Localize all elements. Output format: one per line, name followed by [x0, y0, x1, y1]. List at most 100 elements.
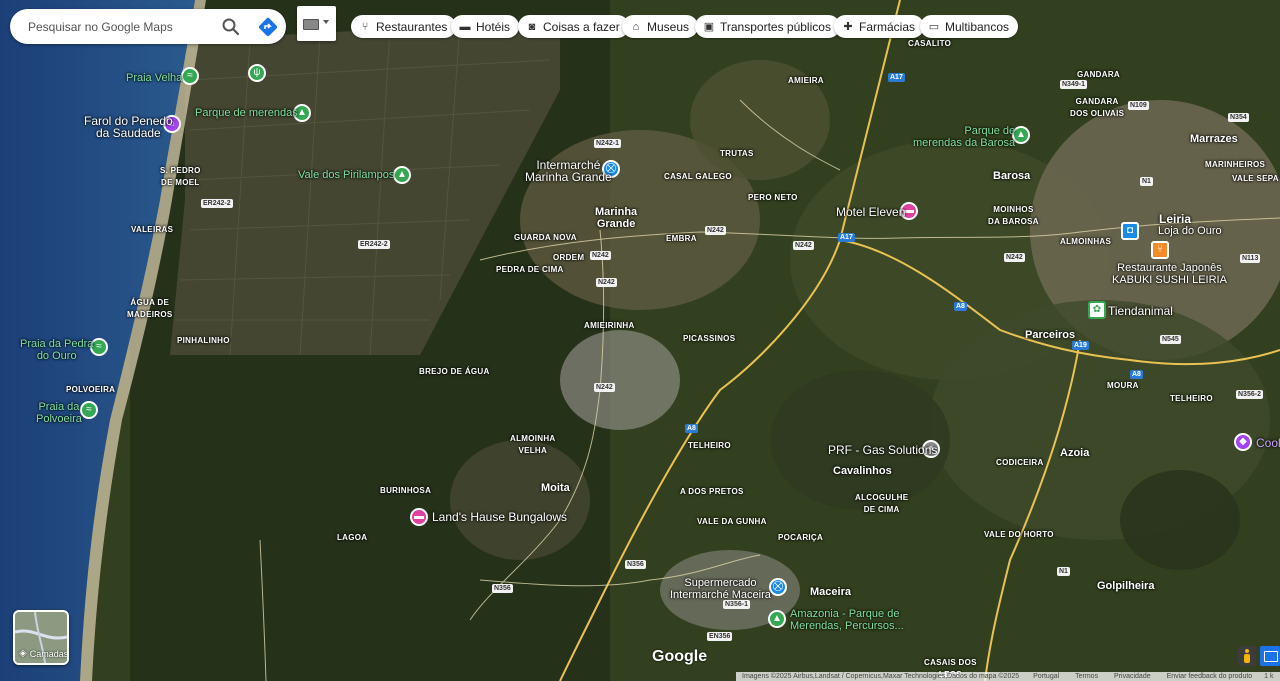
place-golpilheira[interactable]: Golpilheira	[1097, 580, 1154, 592]
poi-tiendanimal[interactable]: Tiendanimal	[1108, 305, 1173, 317]
poi-praia-pedra[interactable]: Praia da Pedra do Ouro	[20, 338, 93, 362]
pet-shop-icon[interactable]: ✿	[1088, 301, 1106, 319]
poi-parque-barosa[interactable]: Parque de merendas da Barosa	[913, 125, 1015, 149]
chip-museus[interactable]: ⌂ Museus	[622, 15, 699, 38]
chip-restaurantes[interactable]: ⑂ Restaurantes	[351, 15, 457, 38]
chip-farmacias[interactable]: ✚ Farmácias	[834, 15, 925, 38]
label-almoinha-velha: ALMOINHA VELHA	[510, 434, 556, 455]
chip-transportes[interactable]: ▣ Transportes públicos	[695, 15, 840, 38]
label-polvoeira: POLVOEIRA	[66, 385, 116, 394]
pharmacy-icon: ✚	[843, 21, 853, 33]
place-marrazes[interactable]: Marrazes	[1190, 133, 1238, 145]
shopping-cart-icon-2[interactable]: ⛒	[769, 578, 787, 596]
poi-amazonia[interactable]: Amazonia - Parque de Merendas, Percursos…	[790, 608, 904, 632]
camera-icon: ◙	[528, 20, 536, 33]
label-agua-de-madeiros: ÁGUA DE MADEIROS	[127, 298, 173, 319]
search-box[interactable]	[10, 9, 286, 44]
poi-vale-pirilampos[interactable]: Vale dos Pirilampos	[298, 169, 394, 181]
road-a8: A8	[954, 302, 967, 311]
directions-icon[interactable]	[256, 15, 280, 39]
hotel-icon-2[interactable]: ▬	[410, 508, 428, 526]
place-parceiros[interactable]: Parceiros	[1025, 329, 1075, 341]
label-guarda-nova: GUARDA NOVA	[514, 233, 577, 242]
atm-icon: ▭	[928, 21, 940, 33]
poi-loja-ouro[interactable]: Loja do Ouro	[1158, 225, 1222, 237]
poi-cool[interactable]: Cool	[1256, 437, 1280, 449]
place-maceira[interactable]: Maceira	[810, 586, 851, 598]
beach-icon[interactable]: ≈	[181, 67, 199, 85]
satellite-map[interactable]: AMIEIRA CASAL GALEGO TRUTAS PERO NETO GU…	[0, 0, 1280, 681]
poi-praia-polvoeira[interactable]: Praia da Polvoeira	[36, 401, 82, 425]
layers-icon: ◈	[19, 648, 27, 659]
tree-icon-2[interactable]: ▲	[393, 166, 411, 184]
poi-purple-icon[interactable]: ◆	[1234, 433, 1252, 451]
chip-label: Multibancos	[945, 19, 1010, 34]
bed-icon: ▬	[459, 20, 471, 33]
shop-icon[interactable]: ◘	[1121, 222, 1139, 240]
label-marinheiros: MARINHEIROS	[1205, 160, 1266, 169]
label-lagoa: LAGOA	[337, 533, 368, 542]
map-footer: Imagens ©2025 Airbus,Landsat / Copernicu…	[736, 672, 1280, 681]
label-casalito: CASALITO	[908, 39, 952, 48]
label-pocarica: POCARIÇA	[778, 533, 824, 542]
road-a8-2: A8	[685, 424, 698, 433]
place-moita[interactable]: Moita	[541, 482, 570, 494]
chip-label: Farmácias	[859, 19, 916, 34]
place-leiria[interactable]: Leiria	[1159, 213, 1191, 225]
road-n356-2: N356-2	[1236, 390, 1263, 399]
poi-intermarche-mg[interactable]: Intermarché Marinha Grande	[525, 159, 612, 183]
image-icon	[1264, 651, 1278, 662]
input-tools-button[interactable]	[297, 6, 336, 41]
google-logo: Google	[652, 648, 708, 665]
search-icon[interactable]	[219, 15, 243, 39]
chip-coisas-a-fazer[interactable]: ◙ Coisas a fazer	[518, 15, 629, 38]
place-marinha-grande[interactable]: Marinha Grande	[595, 206, 637, 230]
road-n113: N113	[1240, 254, 1261, 263]
park-icon[interactable]: ψ	[248, 64, 266, 82]
poi-parque-merendas[interactable]: Parque de merendas	[195, 107, 298, 119]
poi-lands-hause[interactable]: Land's Hause Bungalows	[432, 511, 567, 523]
label-vaileiras: VALEIRAS	[131, 225, 174, 234]
poi-restaurante[interactable]: Restaurante Japonês KABUKI SUSHI LEIRIA	[1112, 262, 1227, 286]
chip-label: Transportes públicos	[720, 19, 831, 34]
beach-icon-3[interactable]: ≈	[80, 401, 98, 419]
road-a17: A17	[888, 73, 905, 82]
label-telheiro-2: TELHEIRO	[1170, 394, 1213, 403]
poi-farol[interactable]: Farol do Penedo da Saudade	[84, 115, 173, 139]
place-azoia[interactable]: Azoia	[1060, 447, 1089, 459]
imagery-toggle-button[interactable]	[1260, 646, 1280, 666]
pegman-icon[interactable]	[1238, 646, 1256, 666]
restaurant-icon[interactable]: ⑂	[1151, 241, 1169, 259]
layers-button[interactable]: ◈ Camadas	[13, 610, 69, 665]
chip-hoteis[interactable]: ▬ Hotéis	[451, 15, 520, 38]
search-input[interactable]	[26, 17, 210, 37]
place-barosa[interactable]: Barosa	[993, 170, 1030, 182]
label-trutas: TRUTAS	[720, 149, 754, 158]
poi-praia-velha[interactable]: Praia Velha	[126, 72, 182, 84]
scale-label: 1 k	[1264, 673, 1274, 680]
label-moinhos-barosa: MOINHOS DA BAROSA	[988, 205, 1039, 226]
tree-icon-4[interactable]: ▲	[768, 610, 786, 628]
road-n242-e: N242	[596, 278, 617, 287]
bus-icon: ▣	[703, 21, 715, 33]
poi-prf[interactable]: PRF - Gas Solutions	[828, 444, 937, 456]
privacy-link[interactable]: Privacidade	[1114, 673, 1151, 680]
place-cavalinhos[interactable]: Cavalinhos	[833, 465, 892, 477]
poi-supermercado[interactable]: Supermercado Intermarché Maceira	[670, 577, 771, 601]
label-telheiro: TELHEIRO	[688, 441, 731, 450]
keyboard-icon	[303, 19, 319, 30]
chip-multibancos[interactable]: ▭ Multibancos	[920, 15, 1019, 38]
label-picassinos: PICASSINOS	[683, 334, 736, 343]
country-link[interactable]: Portugal	[1033, 673, 1059, 680]
terms-link[interactable]: Termos	[1075, 673, 1098, 680]
poi-motel-eleven[interactable]: Motel Eleven	[836, 206, 905, 218]
label-ordem: ORDEM	[553, 253, 585, 262]
label-pedra-de-cima: PEDRA DE CIMA	[496, 265, 564, 274]
road-n109: N109	[1128, 101, 1149, 110]
label-a-dos-pretos: A DOS PRETOS	[680, 487, 744, 496]
label-brejo-de-agua: BREJO DE ÁGUA	[419, 367, 490, 376]
road-n356-b: N356	[492, 584, 513, 593]
feedback-link[interactable]: Enviar feedback do produto	[1167, 673, 1253, 680]
label-embra: EMBRA	[666, 234, 697, 243]
imagery-credits: Imagens ©2025 Airbus,Landsat / Copernicu…	[742, 673, 1020, 680]
